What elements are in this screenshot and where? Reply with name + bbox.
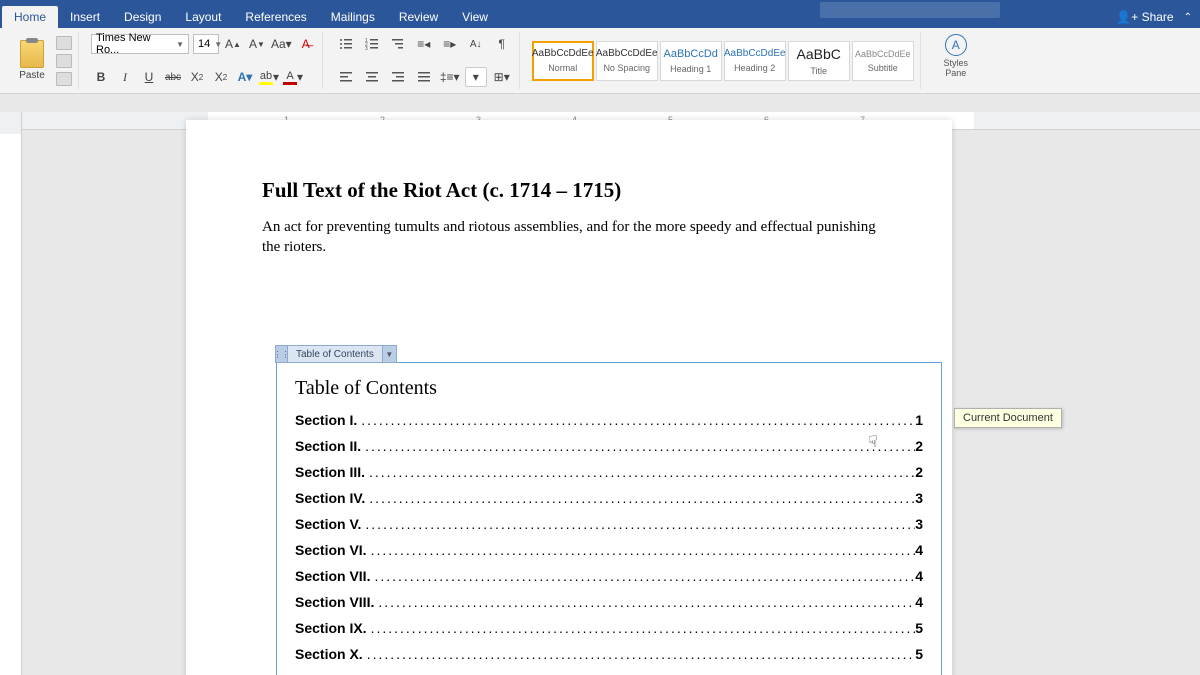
tab-view[interactable]: View [450, 6, 500, 28]
change-case-button[interactable]: Aa▾ [271, 34, 292, 54]
font-group: Times New Ro...▼ 14▼ A▲ A▼ Aa▾ A̶ B I U … [85, 32, 323, 89]
cut-button[interactable] [56, 36, 72, 50]
copy-button[interactable] [56, 54, 72, 68]
toc-entry[interactable]: Section X.5 [295, 646, 923, 662]
show-marks-button[interactable]: ¶ [491, 34, 513, 54]
sort-button[interactable]: A↓ [465, 34, 487, 54]
highlight-button[interactable]: ab▾ [259, 67, 279, 87]
font-color-button[interactable]: A▾ [283, 67, 303, 87]
bullets-button[interactable] [335, 34, 357, 54]
styles-group: AaBbCcDdEeNormalAaBbCcDdEeNo SpacingAaBb… [526, 32, 921, 89]
decrease-indent-button[interactable]: ≡◂ [413, 34, 435, 54]
vertical-ruler[interactable] [0, 112, 22, 675]
toc-tab-label[interactable]: Table of Contents [287, 345, 383, 363]
italic-button[interactable]: I [115, 67, 135, 87]
tab-insert[interactable]: Insert [58, 6, 112, 28]
tab-mailings[interactable]: Mailings [319, 6, 387, 28]
align-center-button[interactable] [361, 67, 383, 87]
style-heading-1[interactable]: AaBbCcDdHeading 1 [660, 41, 722, 81]
justify-button[interactable] [413, 67, 435, 87]
search-in-document[interactable] [820, 2, 1000, 18]
toc-field-tab[interactable]: ⋮⋮ Table of Contents ▼ [275, 345, 397, 363]
toc-entry[interactable]: Section I.1 [295, 412, 923, 428]
svg-text:3: 3 [365, 46, 368, 51]
clipboard-icon [20, 40, 44, 68]
style-normal[interactable]: AaBbCcDdEeNormal [532, 41, 594, 81]
style-subtitle[interactable]: AaBbCcDdEeSubtitle [852, 41, 914, 81]
toc-entry[interactable]: Section VIII.4 [295, 594, 923, 610]
tab-references[interactable]: References [233, 6, 318, 28]
shading-button[interactable]: ▾ [465, 67, 487, 87]
increase-indent-button[interactable]: ≡▸ [439, 34, 461, 54]
toc-entry[interactable]: Section VI.4 [295, 542, 923, 558]
clipboard-group: Paste [6, 32, 79, 89]
toc-entry[interactable]: Section V.3 [295, 516, 923, 532]
document-paragraph[interactable]: An act for preventing tumults and riotou… [262, 217, 876, 258]
tab-design[interactable]: Design [112, 6, 173, 28]
format-painter-button[interactable] [56, 72, 72, 86]
font-name-select[interactable]: Times New Ro...▼ [91, 34, 189, 54]
document-title[interactable]: Full Text of the Riot Act (c. 1714 – 171… [262, 178, 876, 203]
toc-entry[interactable]: Section IX.5 [295, 620, 923, 636]
shrink-font-button[interactable]: A▼ [247, 34, 267, 54]
ribbon-tabs: HomeInsertDesignLayoutReferencesMailings… [0, 6, 1200, 28]
toc-field-container[interactable]: ⋮⋮ Table of Contents ▼ Table of Contents… [276, 362, 942, 675]
toc-entry[interactable]: Section III.2 [295, 464, 923, 480]
clear-formatting-button[interactable]: A̶ [296, 34, 316, 54]
multilevel-list-button[interactable] [387, 34, 409, 54]
text-effects-button[interactable]: A▾ [235, 67, 255, 87]
paragraph-group: 123 ≡◂ ≡▸ A↓ ¶ ‡≡▾ ▾ ⊞▾ [329, 32, 520, 89]
align-left-button[interactable] [335, 67, 357, 87]
tab-review[interactable]: Review [387, 6, 450, 28]
toc-entry[interactable]: Section II.2 [295, 438, 923, 454]
collapse-ribbon-icon[interactable]: ⌃ [1184, 12, 1192, 23]
styles-pane-label: Styles Pane [933, 59, 979, 79]
share-button[interactable]: 👤+ Share [1116, 10, 1173, 24]
tooltip-current-document: Current Document [954, 408, 1062, 428]
align-right-button[interactable] [387, 67, 409, 87]
strikethrough-button[interactable]: abc [163, 67, 183, 87]
borders-button[interactable]: ⊞▾ [491, 67, 513, 87]
superscript-button[interactable]: X2 [211, 67, 231, 87]
styles-pane-group: A Styles Pane [927, 32, 985, 89]
style-title[interactable]: AaBbCTitle [788, 41, 850, 81]
styles-pane-icon: A [945, 34, 967, 56]
toc-entry[interactable]: Section IV.3 [295, 490, 923, 506]
grow-font-button[interactable]: A▲ [223, 34, 243, 54]
tab-layout[interactable]: Layout [173, 6, 233, 28]
paste-label: Paste [19, 70, 45, 81]
numbering-button[interactable]: 123 [361, 34, 383, 54]
subscript-button[interactable]: X2 [187, 67, 207, 87]
toc-dropdown-icon[interactable]: ▼ [383, 345, 397, 363]
paste-button[interactable]: Paste [12, 34, 52, 87]
styles-pane-button[interactable]: A Styles Pane [933, 34, 979, 79]
font-size-select[interactable]: 14▼ [193, 34, 219, 54]
underline-button[interactable]: U [139, 67, 159, 87]
toc-heading[interactable]: Table of Contents [295, 377, 923, 400]
document-area: 1234567 Full Text of the Riot Act (c. 17… [0, 112, 1200, 675]
style-heading-2[interactable]: AaBbCcDdEeHeading 2 [724, 41, 786, 81]
bold-button[interactable]: B [91, 67, 111, 87]
ribbon-home: Paste Times New Ro...▼ 14▼ A▲ A▼ Aa▾ A̶ … [0, 28, 1200, 94]
toc-handle-icon[interactable]: ⋮⋮ [275, 345, 287, 363]
line-spacing-button[interactable]: ‡≡▾ [439, 67, 461, 87]
tab-home[interactable]: Home [2, 6, 58, 28]
toc-entry[interactable]: Section VII.4 [295, 568, 923, 584]
style-no-spacing[interactable]: AaBbCcDdEeNo Spacing [596, 41, 658, 81]
